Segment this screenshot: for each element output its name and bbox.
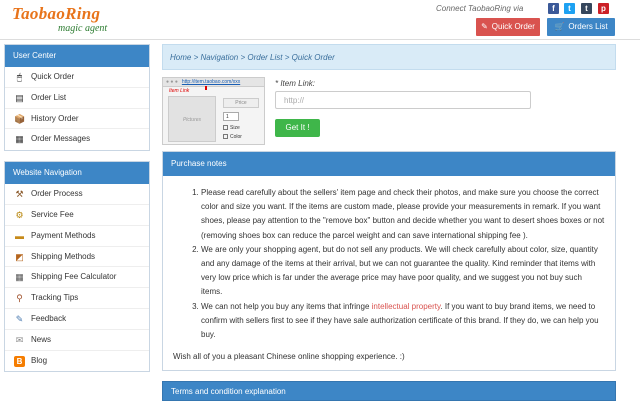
purchase-notes-panel: Purchase notes Please read carefully abo… <box>162 151 616 372</box>
logo-tagline: magic agent <box>58 23 108 34</box>
tumblr-icon[interactable]: t <box>581 3 592 14</box>
sidebar-item-label: Order Process <box>31 189 83 199</box>
sidebar-item-label: Feedback <box>31 313 67 323</box>
sidebar-item-order-messages[interactable]: ▦ Order Messages <box>5 129 149 150</box>
facebook-icon[interactable]: f <box>548 3 559 14</box>
sidebar-item-label: Order List <box>31 92 67 102</box>
checkbox-icon <box>223 134 228 140</box>
logo-text: TaobaoRing <box>12 4 101 23</box>
illustration-color-check: Color <box>223 134 242 140</box>
note-text: We can not help you buy any items that i… <box>201 301 372 311</box>
list-item: Please read carefully about the sellers'… <box>201 186 605 243</box>
purchase-notes-body: Please read carefully about the sellers'… <box>163 176 615 370</box>
main-content: Home > Navigation > Order List > Quick O… <box>162 44 616 402</box>
sidebar-item-payment-methods[interactable]: ▬ Payment Methods <box>5 226 149 247</box>
process-icon: ⚒ <box>15 189 24 200</box>
sidebar-item-history-order[interactable]: 📦 History Order <box>5 109 149 130</box>
sidebar-item-label: Shipping Methods <box>31 251 96 261</box>
news-icon: ✉ <box>15 334 24 345</box>
connect-text: Connect TaobaoRing via <box>436 4 524 13</box>
list-item: We are only your shopping agent, but do … <box>201 243 605 300</box>
get-it-button[interactable]: Get It ! <box>275 119 320 137</box>
item-link-label: * Item Link: <box>275 79 316 88</box>
orders-list-button[interactable]: 🛒 Orders List <box>547 18 615 36</box>
quick-order-button[interactable]: ✎ Quick Order <box>476 18 540 36</box>
sidebar-item-shipping-fee-calculator[interactable]: ▦ Shipping Fee Calculator <box>5 267 149 289</box>
sidebar-item-order-process[interactable]: ⚒ Order Process <box>5 184 149 205</box>
cart-icon: 🛒 <box>554 22 565 31</box>
sidebar-item-label: Tracking Tips <box>31 293 79 303</box>
quick-order-form: ● ● ● http://item.taobao.com/xxx Item Lin… <box>162 77 616 147</box>
sidebar-item-label: Payment Methods <box>31 230 96 240</box>
sidebar-item-service-fee[interactable]: ⚙ Service Fee <box>5 205 149 226</box>
item-link-illustration: ● ● ● http://item.taobao.com/xxx Item Lin… <box>162 77 265 145</box>
sidebar-item-shipping-methods[interactable]: ◩ Shipping Methods <box>5 247 149 268</box>
sidebar-item-tracking-tips[interactable]: ⚲ Tracking Tips <box>5 288 149 309</box>
illustration-qty: 1 <box>223 112 239 121</box>
website-navigation-heading: Website Navigation <box>5 162 149 185</box>
illustration-item-link: Item Link <box>169 88 190 94</box>
shipping-icon: ◩ <box>15 251 24 262</box>
illustration-size-check: Size <box>223 125 240 131</box>
illustration-pictures: Pictures <box>168 96 216 142</box>
sidebar-item-label: News <box>31 334 52 344</box>
illustration-price: Price <box>223 98 259 108</box>
checkbox-icon <box>223 125 228 131</box>
intellectual-property-link[interactable]: intellectual property <box>372 302 441 311</box>
wish-text: Wish all of you a pleasant Chinese onlin… <box>173 352 405 362</box>
history-icon: 📦 <box>14 113 26 124</box>
site-header: TaobaoRing magic agent Connect TaobaoRin… <box>0 0 640 40</box>
site-logo[interactable]: TaobaoRing magic agent <box>12 4 107 34</box>
sidebar-item-label: Shipping Fee Calculator <box>31 272 117 282</box>
sidebar-item-quick-order[interactable]: 🖱 Quick Order <box>5 67 149 88</box>
list-item: We can not help you buy any items that i… <box>201 300 605 343</box>
user-center-heading: User Center <box>5 45 149 67</box>
payment-icon: ▬ <box>15 230 24 241</box>
list-icon: ▤ <box>15 92 24 103</box>
purchase-notes-list: Please read carefully about the sellers'… <box>173 186 605 342</box>
fee-icon: ⚙ <box>15 209 24 220</box>
sidebar-item-label: History Order <box>31 113 79 123</box>
sidebar-item-order-list[interactable]: ▤ Order List <box>5 88 149 109</box>
arrow-icon <box>205 86 207 90</box>
sidebar-item-news[interactable]: ✉ News <box>5 330 149 351</box>
messages-icon: ▦ <box>15 134 24 145</box>
illustration-size-label: Size <box>230 125 240 131</box>
mouse-icon: 🖱 <box>16 72 23 82</box>
blog-icon: B <box>14 355 25 367</box>
twitter-icon[interactable]: t <box>564 3 575 14</box>
sidebar: User Center 🖱 Quick Order ▤ Order List 📦 Hi… <box>4 44 150 382</box>
website-navigation-panel: Website Navigation ⚒ Order Process ⚙ Servi… <box>4 161 150 373</box>
orders-list-label: Orders List <box>568 22 608 31</box>
quick-order-label: Quick Order <box>491 22 535 31</box>
user-center-panel: User Center 🖱 Quick Order ▤ Order List 📦 Hi… <box>4 44 150 152</box>
sidebar-item-feedback[interactable]: ✎ Feedback <box>5 309 149 330</box>
sidebar-item-label: Quick Order <box>31 72 75 81</box>
sidebar-item-label: Service Fee <box>31 209 74 219</box>
tracking-icon: ⚲ <box>16 293 23 304</box>
purchase-notes-heading: Purchase notes <box>163 152 615 176</box>
item-link-input[interactable] <box>275 91 531 109</box>
pinterest-icon[interactable]: p <box>598 3 609 14</box>
feedback-icon: ✎ <box>15 313 24 324</box>
illustration-color-label: Color <box>230 134 242 140</box>
illustration-url: http://item.taobao.com/xxx <box>181 79 241 85</box>
illustration-address-bar: ● ● ● http://item.taobao.com/xxx <box>163 78 264 87</box>
breadcrumb: Home > Navigation > Order List > Quick O… <box>162 44 616 70</box>
sidebar-item-label: Order Messages <box>31 134 91 144</box>
calculator-icon: ▦ <box>15 272 24 283</box>
sidebar-item-label: Blog <box>31 355 48 365</box>
sidebar-item-blog[interactable]: B Blog <box>5 351 149 372</box>
cart-icon: ✎ <box>481 22 488 31</box>
terms-heading[interactable]: Terms and condition explanation <box>162 381 616 402</box>
